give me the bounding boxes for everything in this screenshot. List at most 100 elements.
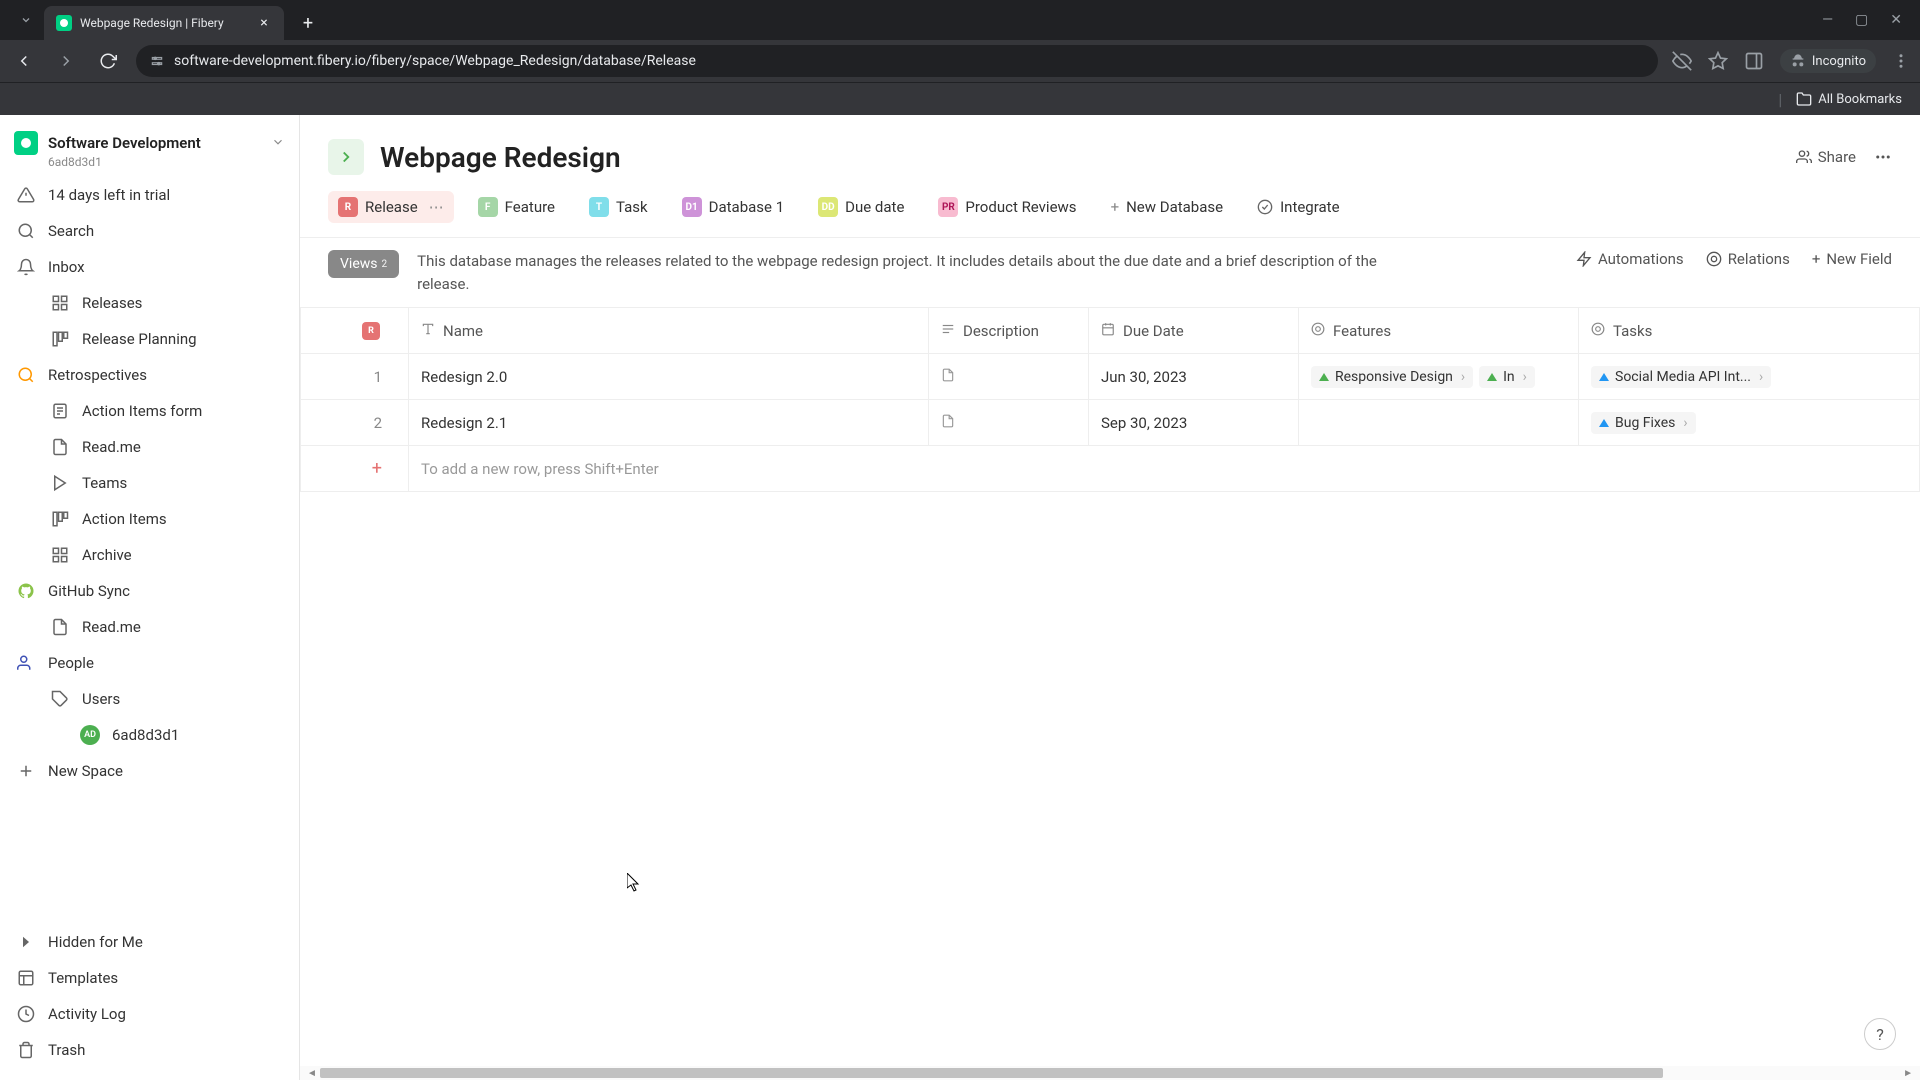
close-window-icon[interactable]: ✕ [1890, 12, 1902, 28]
scroll-thumb[interactable] [320, 1068, 1663, 1078]
tag-icon [50, 689, 70, 709]
feature-chip[interactable]: In› [1479, 366, 1535, 388]
horizontal-scrollbar[interactable]: ◄ ► [300, 1066, 1920, 1080]
cell-features[interactable]: Responsive Design› In› [1299, 354, 1579, 400]
integrate-button[interactable]: Integrate [1247, 192, 1349, 222]
sidebar-trash[interactable]: Trash [0, 1032, 299, 1068]
more-menu-button[interactable] [1874, 148, 1892, 166]
sidebar-item-user-entry[interactable]: AD 6ad8d3d1 [0, 717, 299, 753]
column-features[interactable]: Features [1299, 308, 1579, 354]
close-icon[interactable]: × [256, 15, 272, 31]
table-row[interactable]: 1Redesign 2.0Jun 30, 2023Responsive Desi… [301, 354, 1920, 400]
column-description[interactable]: Description [929, 308, 1089, 354]
db-tab-database1[interactable]: D1 Database 1 [672, 191, 795, 223]
sidebar-item-release-planning[interactable]: Release Planning [0, 321, 299, 357]
people-icon [16, 653, 36, 673]
cell-tasks[interactable]: Social Media API Int...› [1579, 354, 1920, 400]
cell-description[interactable] [929, 400, 1089, 446]
cell-due-date[interactable]: Sep 30, 2023 [1089, 400, 1299, 446]
browser-tab[interactable]: Webpage Redesign | Fibery × [44, 6, 284, 40]
calendar-icon [1101, 322, 1115, 340]
db-tab-feature[interactable]: F Feature [468, 191, 565, 223]
column-name[interactable]: Name [409, 308, 929, 354]
release-badge-icon: R [362, 322, 380, 340]
sidebar-item-readme-2[interactable]: Read.me [0, 609, 299, 645]
relations-button[interactable]: Relations [1706, 250, 1790, 268]
bookmark-star-icon[interactable] [1708, 51, 1728, 71]
column-due-date[interactable]: Due Date [1089, 308, 1299, 354]
cell-name[interactable]: Redesign 2.0 [409, 354, 929, 400]
sidebar-search[interactable]: Search [0, 213, 299, 249]
database-toolbar: Views 2 This database manages the releas… [300, 237, 1920, 307]
sidebar-templates[interactable]: Templates [0, 960, 299, 996]
inbox-label: Inbox [48, 258, 85, 276]
cell-name[interactable]: Redesign 2.1 [409, 400, 929, 446]
menu-icon[interactable] [1892, 52, 1910, 70]
minimize-icon[interactable]: — [1822, 12, 1833, 28]
sidebar-new-space[interactable]: New Space [0, 753, 299, 789]
sidebar-item-action-items[interactable]: Action Items [0, 501, 299, 537]
new-field-button[interactable]: + New Field [1812, 250, 1892, 268]
sidebar-item-archive[interactable]: Archive [0, 537, 299, 573]
database-tabs: R Release ⋯ F Feature T Task D1 Database… [300, 191, 1920, 237]
views-button[interactable]: Views 2 [328, 250, 399, 278]
sidebar-item-teams[interactable]: Teams [0, 465, 299, 501]
workspace-header[interactable]: Software Development [0, 125, 299, 157]
cell-description[interactable] [929, 354, 1089, 400]
new-database-button[interactable]: + New Database [1101, 192, 1234, 222]
feature-chip[interactable]: Responsive Design› [1311, 366, 1473, 388]
cell-due-date[interactable]: Jun 30, 2023 [1089, 354, 1299, 400]
more-horizontal-icon[interactable]: ⋯ [429, 198, 444, 216]
cell-features[interactable] [1299, 400, 1579, 446]
task-chip[interactable]: Social Media API Int...› [1591, 366, 1771, 388]
page-title: Webpage Redesign [380, 141, 621, 174]
sidebar-inbox[interactable]: Inbox [0, 249, 299, 285]
automations-button[interactable]: Automations [1576, 250, 1684, 268]
task-chip[interactable]: Bug Fixes› [1591, 412, 1696, 434]
db-tab-release[interactable]: R Release ⋯ [328, 191, 454, 223]
help-button[interactable]: ? [1864, 1018, 1896, 1050]
all-bookmarks-button[interactable]: All Bookmarks [1796, 91, 1902, 107]
add-row[interactable]: + To add a new row, press Shift+Enter [301, 446, 1920, 492]
sidebar-activity-log[interactable]: Activity Log [0, 996, 299, 1032]
eye-off-icon[interactable] [1672, 51, 1692, 71]
sidebar-item-readme-1[interactable]: Read.me [0, 429, 299, 465]
new-tab-button[interactable]: + [294, 9, 322, 37]
sidebar-item-users[interactable]: Users [0, 681, 299, 717]
tabs-dropdown-icon[interactable] [14, 8, 38, 32]
expand-icon[interactable] [328, 139, 364, 175]
window-controls: — ▢ ✕ [1822, 12, 1920, 28]
sidebar-item-people[interactable]: People [0, 645, 299, 681]
url-box[interactable]: software-development.fibery.io/fibery/sp… [136, 45, 1658, 77]
reload-button[interactable] [94, 47, 122, 75]
incognito-indicator[interactable]: Incognito [1780, 49, 1876, 73]
site-settings-icon[interactable] [150, 54, 164, 68]
back-button[interactable] [10, 47, 38, 75]
forward-button[interactable] [52, 47, 80, 75]
sidebar-item-github-sync[interactable]: GitHub Sync [0, 573, 299, 609]
cell-tasks[interactable]: Bug Fixes› [1579, 400, 1920, 446]
folder-icon [1796, 91, 1812, 107]
db-tab-product-reviews[interactable]: PR Product Reviews [928, 191, 1086, 223]
relations-icon [1706, 251, 1722, 267]
table-row[interactable]: 2Redesign 2.1Sep 30, 2023Bug Fixes› [301, 400, 1920, 446]
column-tasks[interactable]: Tasks [1579, 308, 1920, 354]
database-description[interactable]: This database manages the releases relat… [417, 250, 1377, 295]
plus-icon: + [1812, 250, 1821, 268]
sidebar-hidden-for-me[interactable]: Hidden for Me [0, 924, 299, 960]
maximize-icon[interactable]: ▢ [1855, 12, 1868, 28]
page-header: Webpage Redesign Share [300, 115, 1920, 191]
sidebar-item-action-items-form[interactable]: Action Items form [0, 393, 299, 429]
db-tab-due-date[interactable]: DD Due date [808, 191, 914, 223]
scroll-right-icon[interactable]: ► [1900, 1068, 1916, 1079]
scroll-left-icon[interactable]: ◄ [304, 1068, 320, 1079]
sidebar-trial[interactable]: 14 days left in trial [0, 177, 299, 213]
side-panel-icon[interactable] [1744, 51, 1764, 71]
share-button[interactable]: Share [1796, 148, 1856, 166]
templates-icon [16, 968, 36, 988]
sidebar-item-releases[interactable]: Releases [0, 285, 299, 321]
chevron-down-icon[interactable] [271, 134, 285, 153]
sidebar-item-retrospectives[interactable]: Retrospectives [0, 357, 299, 393]
search-icon [16, 221, 36, 241]
db-tab-task[interactable]: T Task [579, 191, 658, 223]
